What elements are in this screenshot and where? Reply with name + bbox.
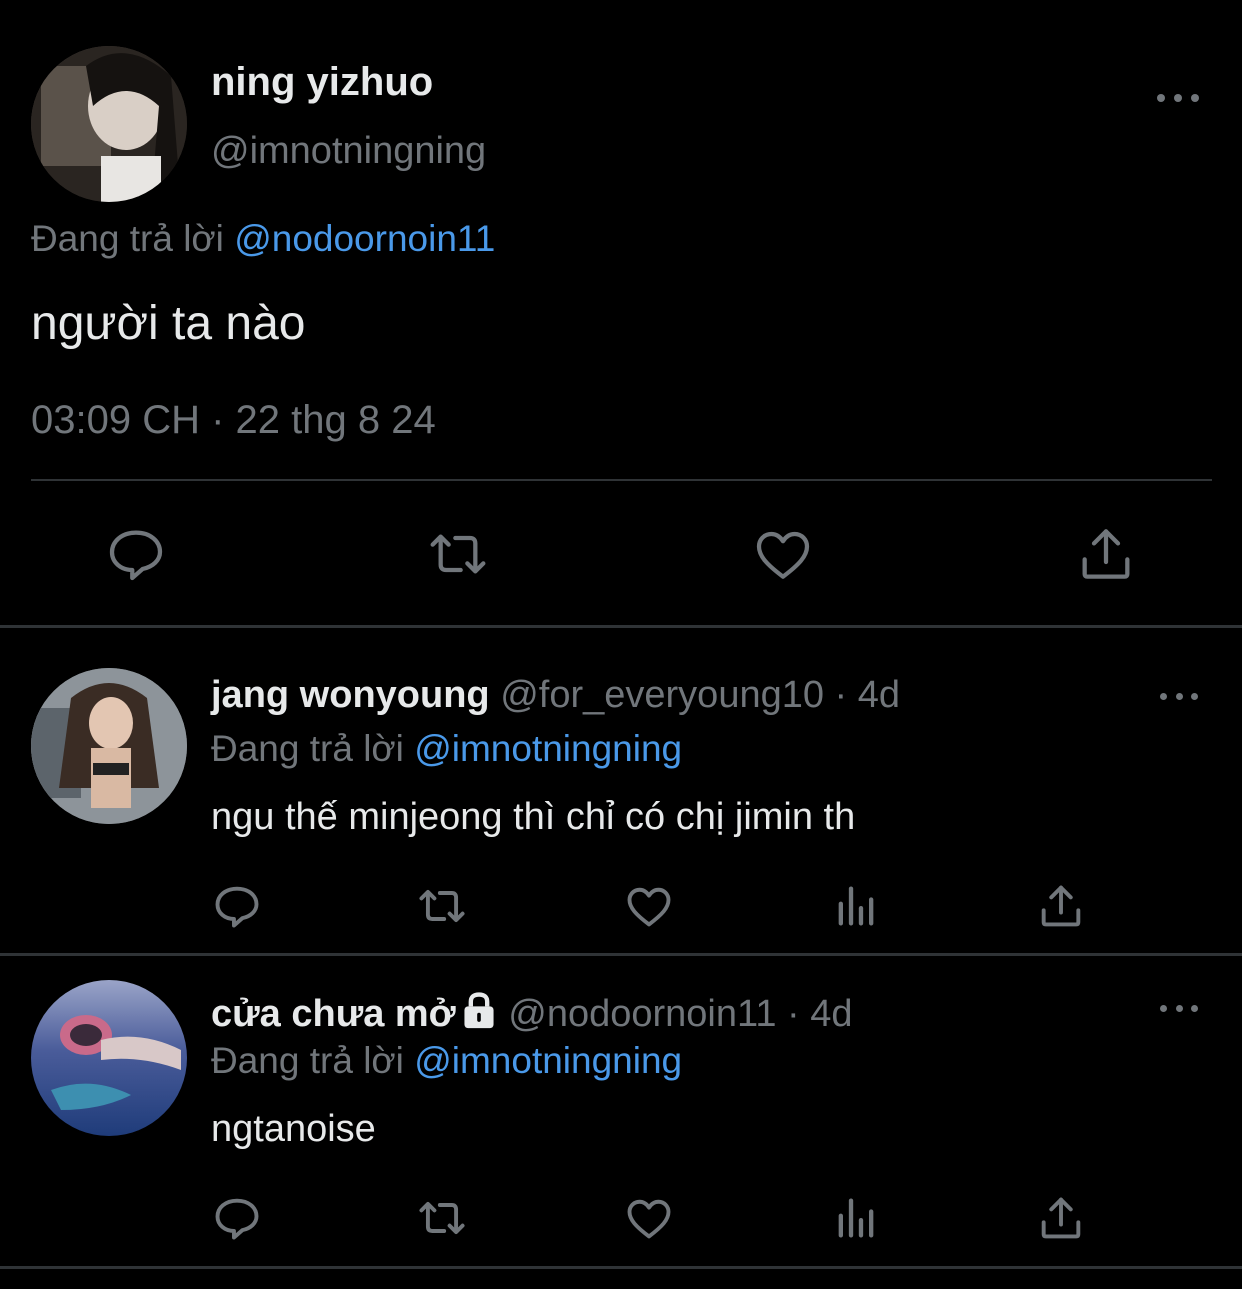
replying-to-label: Đang trả lời xyxy=(211,1040,404,1081)
more-options-button[interactable] xyxy=(1160,686,1198,706)
display-name[interactable]: ning yizhuo xyxy=(211,60,433,105)
mention-link[interactable]: @nodoornoin11 xyxy=(234,218,495,259)
heart-icon xyxy=(627,887,671,927)
divider xyxy=(31,479,1212,481)
tweet-age[interactable]: · 4d xyxy=(787,993,852,1035)
tweet-text: ngu thế minjeong thì chỉ có chị jimin th xyxy=(211,796,856,838)
reply-tweet[interactable]: cửa chưa mở @nodoornoin11 · 4d Đang trả … xyxy=(0,956,1242,1266)
like-button[interactable] xyxy=(623,880,675,932)
comment-icon xyxy=(215,1198,259,1240)
replying-to: Đang trả lời @imnotningning xyxy=(211,1040,682,1082)
views-button[interactable] xyxy=(830,880,882,932)
replying-to: Đang trả lời @imnotningning xyxy=(211,728,682,770)
share-icon xyxy=(1041,885,1081,927)
retweet-icon xyxy=(419,889,465,923)
retweet-icon xyxy=(430,534,486,574)
more-horizontal-icon xyxy=(1157,94,1165,102)
avatar-photo xyxy=(31,980,187,1136)
tweet-timestamp[interactable]: 03:09 CH · 22 thg 8 24 xyxy=(31,398,436,443)
share-button[interactable] xyxy=(1074,522,1138,586)
like-button[interactable] xyxy=(751,522,815,586)
share-button[interactable] xyxy=(1035,880,1087,932)
share-icon xyxy=(1041,1197,1081,1239)
more-options-button[interactable] xyxy=(1157,88,1199,108)
tweet-age[interactable]: · 4d xyxy=(835,674,900,716)
heart-icon xyxy=(627,1199,671,1239)
user-handle[interactable]: @for_everyoung10 xyxy=(500,674,824,716)
retweet-button[interactable] xyxy=(426,522,490,586)
comment-icon xyxy=(215,886,259,928)
heart-icon xyxy=(756,531,810,579)
views-button[interactable] xyxy=(830,1192,882,1244)
mention-link[interactable]: @imnotningning xyxy=(414,1040,682,1081)
user-handle[interactable]: @nodoornoin11 xyxy=(508,993,776,1035)
display-name[interactable]: jang wonyoung xyxy=(211,674,490,716)
retweet-button[interactable] xyxy=(416,880,468,932)
avatar[interactable] xyxy=(31,980,187,1136)
reply-button[interactable] xyxy=(211,880,263,932)
tweet-text: ngtanoise xyxy=(211,1108,376,1150)
lock-icon xyxy=(464,992,494,1029)
divider xyxy=(0,1266,1242,1269)
tweet-text: người ta nào xyxy=(31,297,306,350)
main-tweet: ning yizhuo @imnotningning Đang trả lời … xyxy=(0,0,1242,626)
avatar[interactable] xyxy=(31,46,187,202)
avatar-photo xyxy=(31,46,187,202)
tweet-thread-page: ning yizhuo @imnotningning Đang trả lời … xyxy=(0,0,1242,1289)
replying-to-label: Đang trả lời xyxy=(31,218,224,259)
like-button[interactable] xyxy=(623,1192,675,1244)
replying-to-label: Đang trả lời xyxy=(211,728,404,769)
reply-tweet[interactable]: jang wonyoung @for_everyoung10 · 4d Đang… xyxy=(0,628,1242,953)
reply-header: jang wonyoung @for_everyoung10 · 4d xyxy=(211,674,900,717)
display-name[interactable]: cửa chưa mở xyxy=(211,993,456,1035)
retweet-icon xyxy=(419,1201,465,1235)
reply-header: cửa chưa mở @nodoornoin11 · 4d xyxy=(211,990,853,1036)
comment-icon xyxy=(109,530,163,581)
more-horizontal-icon xyxy=(1160,692,1167,700)
more-options-button[interactable] xyxy=(1160,998,1198,1018)
mention-link[interactable]: @imnotningning xyxy=(414,728,682,769)
reply-button[interactable] xyxy=(211,1192,263,1244)
reply-button[interactable] xyxy=(104,522,168,586)
share-button[interactable] xyxy=(1035,1192,1087,1244)
user-handle[interactable]: @imnotningning xyxy=(211,130,486,173)
replying-to: Đang trả lời @nodoornoin11 xyxy=(31,218,495,260)
share-icon xyxy=(1082,529,1130,579)
retweet-button[interactable] xyxy=(416,1192,468,1244)
more-horizontal-icon xyxy=(1160,1004,1167,1012)
avatar-photo xyxy=(31,668,187,824)
avatar[interactable] xyxy=(31,668,187,824)
bar-chart-icon xyxy=(838,1198,874,1238)
bar-chart-icon xyxy=(838,886,874,926)
